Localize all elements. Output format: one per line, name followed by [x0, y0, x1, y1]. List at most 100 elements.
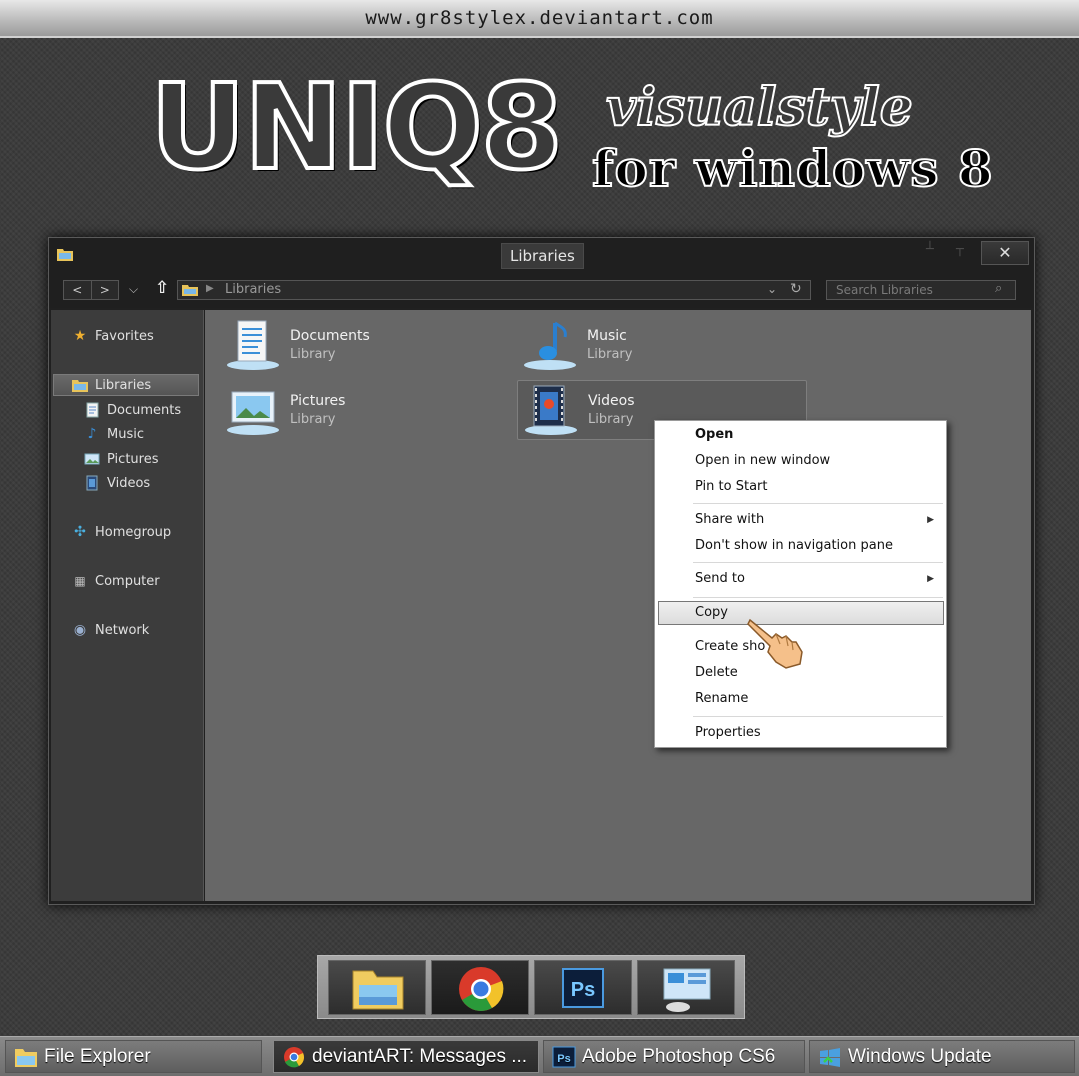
hand-cursor-icon	[747, 618, 803, 669]
homegroup-icon: ✣	[74, 524, 86, 540]
ps-label: Ps	[571, 979, 595, 1001]
nav-homegroup[interactable]: ✣ Homegroup	[71, 521, 171, 543]
submenu-arrow-icon: ▶	[927, 515, 934, 525]
menu-item-open-new-window[interactable]: Open in new window	[655, 449, 946, 473]
taskbar-chrome[interactable]: deviantART: Messages ...	[273, 1040, 539, 1073]
minimize-button[interactable]: ┴	[926, 242, 934, 257]
nav-documents[interactable]: Documents	[83, 399, 181, 421]
dock-control-panel[interactable]	[637, 960, 735, 1015]
library-type: Library	[587, 347, 633, 362]
nav-computer-label: Computer	[95, 573, 160, 589]
menu-item-label: Share with	[695, 512, 765, 527]
submenu-arrow-icon: ▶	[927, 574, 934, 584]
library-music[interactable]: Music Library	[517, 315, 807, 375]
menu-item-dont-show[interactable]: Don't show in navigation pane	[655, 534, 946, 558]
chrome-icon	[284, 1046, 304, 1067]
context-menu: Open Open in new window Pin to Start Sha…	[654, 420, 947, 748]
back-button[interactable]: <	[64, 281, 92, 299]
nav-computer[interactable]: ▦ Computer	[71, 570, 160, 592]
library-folder-icon	[72, 380, 88, 392]
menu-item-label: Send to	[695, 571, 745, 586]
videos-icon	[86, 475, 98, 491]
library-type: Library	[588, 412, 634, 427]
library-name: Music	[587, 328, 627, 344]
address-dropdown-icon[interactable]: ⌄	[767, 282, 777, 296]
search-icon[interactable]: ⌕	[995, 281, 1002, 296]
nav-favorites[interactable]: ★ Favorites	[71, 325, 154, 347]
nav-videos-label: Videos	[107, 475, 151, 491]
recent-locations-chevron-icon[interactable]: ⌵	[129, 282, 138, 297]
breadcrumb-path[interactable]: Libraries	[225, 282, 281, 297]
taskbar-label: Windows Update	[848, 1045, 992, 1067]
taskbar-windows-update[interactable]: Windows Update	[809, 1040, 1075, 1073]
nav-homegroup-label: Homegroup	[95, 524, 172, 540]
nav-favorites-label: Favorites	[95, 328, 154, 344]
close-button[interactable]: ✕	[981, 241, 1029, 265]
nav-pictures[interactable]: Pictures	[83, 448, 158, 470]
file-explorer-icon	[15, 1048, 37, 1067]
refresh-icon[interactable]: ↻	[790, 281, 802, 297]
library-name: Pictures	[290, 393, 346, 409]
control-panel-icon	[663, 968, 711, 1012]
taskbar-file-explorer[interactable]: File Explorer	[5, 1040, 262, 1073]
menu-separator	[693, 716, 943, 717]
dock-bar: Ps	[317, 955, 745, 1019]
forward-button[interactable]: >	[92, 281, 119, 299]
dock-chrome[interactable]	[431, 960, 529, 1015]
menu-item-pin-to-start[interactable]: Pin to Start	[655, 475, 946, 499]
address-field[interactable]: ▶ Libraries ⌄ ↻	[177, 280, 811, 300]
up-arrow-icon[interactable]: ⇧	[155, 278, 169, 298]
nav-network-label: Network	[95, 622, 150, 638]
library-type: Library	[290, 412, 336, 427]
library-type: Library	[290, 347, 336, 362]
url-text: www.gr8stylex.deviantart.com	[365, 7, 714, 29]
computer-icon: ▦	[74, 574, 86, 588]
nav-libraries-label: Libraries	[95, 377, 152, 393]
nav-music[interactable]: ♪ Music	[83, 423, 144, 445]
pictures-icon	[227, 391, 279, 435]
photoshop-icon: Ps	[562, 968, 604, 1008]
menu-separator	[693, 503, 943, 504]
ps-label: Ps	[557, 1053, 570, 1065]
address-bar-row: < > ⌵ ⇧ ▶ Libraries ⌄ ↻ ⌕	[49, 274, 1034, 308]
dock-file-explorer[interactable]	[328, 960, 426, 1015]
menu-item-share-with[interactable]: Share with ▶	[655, 508, 946, 532]
breadcrumb-separator-icon[interactable]: ▶	[206, 283, 214, 294]
chrome-icon	[459, 967, 504, 1011]
library-name: Videos	[588, 393, 635, 409]
library-folder-icon[interactable]	[56, 246, 74, 262]
search-box[interactable]: ⌕	[826, 280, 1016, 300]
taskbar-photoshop[interactable]: Ps Adobe Photoshop CS6	[543, 1040, 805, 1073]
nav-libraries[interactable]: Libraries	[53, 374, 199, 396]
maximize-button[interactable]: ┬	[956, 242, 964, 257]
music-icon: ♪	[87, 426, 97, 442]
documents-icon	[86, 402, 99, 418]
photoshop-icon: Ps	[552, 1046, 576, 1067]
nav-network[interactable]: ◉ Network	[71, 619, 149, 641]
menu-item-send-to[interactable]: Send to ▶	[655, 567, 946, 591]
search-input[interactable]	[827, 281, 992, 299]
library-pictures[interactable]: Pictures Library	[220, 380, 510, 440]
nav-videos[interactable]: Videos	[83, 472, 150, 494]
library-folder-icon	[182, 285, 198, 296]
star-icon: ★	[73, 328, 87, 344]
nav-buttons: < >	[63, 280, 119, 300]
pictures-icon	[84, 453, 100, 465]
network-icon: ◉	[73, 622, 87, 638]
library-documents[interactable]: Documents Library	[220, 315, 510, 375]
window-title: Libraries	[501, 243, 584, 269]
menu-separator	[693, 597, 943, 598]
logo-title: UNIQ8	[148, 58, 565, 196]
documents-icon	[227, 320, 279, 370]
dock-photoshop[interactable]: Ps	[534, 960, 632, 1015]
menu-item-rename[interactable]: Rename	[655, 687, 946, 711]
menu-item-open[interactable]: Open	[655, 423, 946, 447]
navigation-pane: ★ Favorites Libraries Documents ♪ Music …	[51, 310, 204, 901]
title-bar[interactable]: Libraries ┴ ┬ ✕	[49, 238, 1034, 274]
videos-icon	[525, 385, 577, 435]
nav-pictures-label: Pictures	[107, 451, 159, 467]
menu-item-properties[interactable]: Properties	[655, 721, 946, 745]
library-name: Documents	[290, 328, 370, 344]
music-icon	[524, 321, 576, 370]
tagline-windows8: for windows 8	[591, 139, 994, 198]
